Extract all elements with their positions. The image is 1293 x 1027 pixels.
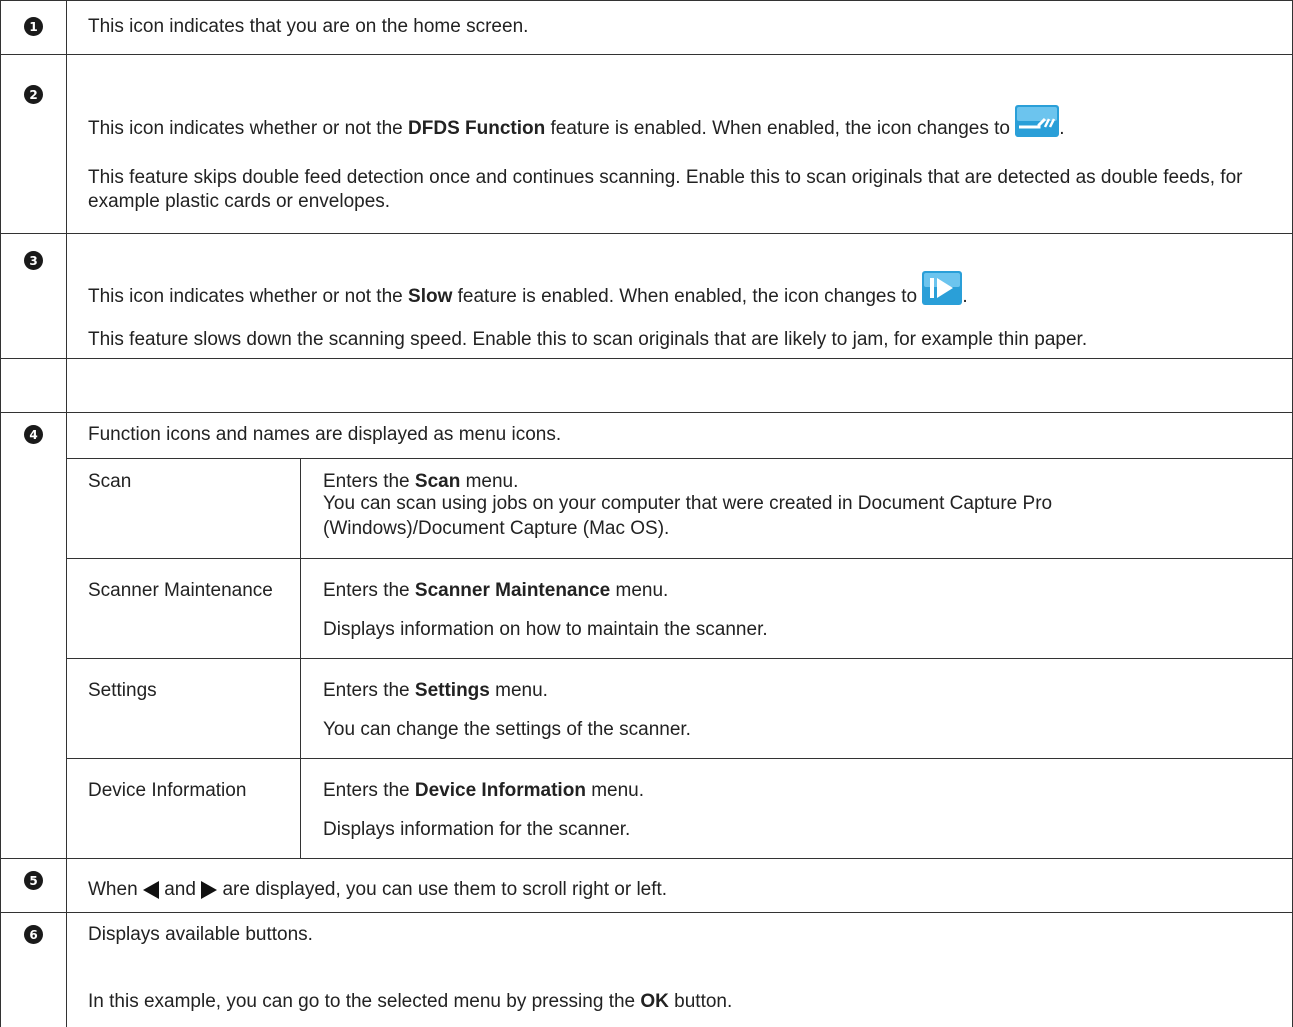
text-segment: This icon indicates whether or not the xyxy=(88,286,409,307)
menu-desc-scan: You can scan using jobs on your computer… xyxy=(323,493,1053,539)
feature-name-dfds: DFDS Function xyxy=(408,118,546,139)
text-segment: Enters the xyxy=(323,471,415,492)
row-2-line-1: This icon indicates whether or not the D… xyxy=(88,104,1065,141)
menu-bold-name: Device Information xyxy=(414,780,586,801)
row-4-description: Function icons and names are displayed a… xyxy=(88,424,562,445)
menu-enter-settings: Enters the Settings menu. xyxy=(323,679,548,703)
callout-number-2: 2 xyxy=(24,85,43,104)
text-segment: menu. xyxy=(460,471,519,492)
callout-number-3: 3 xyxy=(24,251,43,270)
callout-number-6: 6 xyxy=(24,925,43,944)
text-segment: Enters the xyxy=(323,580,415,601)
menu-enter-scanner-maintenance: Enters the Scanner Maintenance menu. xyxy=(323,579,668,603)
row-divider xyxy=(1,912,1293,913)
menu-name-device-information: Device Information xyxy=(88,780,247,801)
text-segment: button. xyxy=(668,991,733,1012)
ok-button-name: OK xyxy=(640,991,669,1012)
text-segment: feature is enabled. When enabled, the ic… xyxy=(452,286,923,307)
subtable-border-top xyxy=(66,458,1293,459)
row-1-description: This icon indicates that you are on the … xyxy=(88,16,529,37)
left-arrow-icon xyxy=(142,880,159,899)
text-segment: When xyxy=(88,879,143,900)
row-6-description: Displays available buttons. xyxy=(88,924,313,945)
row-5-description: When and are displayed, you can use them… xyxy=(88,878,667,902)
column-divider xyxy=(66,0,67,1027)
subtable-divider xyxy=(66,558,1293,559)
callout-number-4: 4 xyxy=(24,425,43,444)
row-6-line-2: In this example, you can go to the selec… xyxy=(88,990,732,1014)
row-3-line-2: This feature slows down the scanning spe… xyxy=(88,329,1088,350)
text-segment: . xyxy=(962,286,968,307)
text-segment: menu. xyxy=(585,780,645,801)
right-arrow-icon xyxy=(201,880,218,899)
text-segment: menu. xyxy=(610,580,669,601)
row-3-line-1: This icon indicates whether or not the S… xyxy=(88,270,968,309)
menu-desc-settings: You can change the settings of the scann… xyxy=(323,719,691,740)
menu-name-settings: Settings xyxy=(88,680,157,701)
row-divider xyxy=(1,858,1293,859)
text-segment: This icon indicates whether or not the xyxy=(88,118,409,139)
callout-number-5: 5 xyxy=(24,871,43,890)
menu-name-scan: Scan xyxy=(88,471,132,492)
row-divider xyxy=(1,54,1293,55)
text-segment: In this example, you can go to the selec… xyxy=(88,991,641,1012)
menu-enter-device-information: Enters the Device Information menu. xyxy=(323,779,644,803)
text-segment: menu. xyxy=(489,680,548,701)
text-segment: . xyxy=(1059,118,1065,139)
row-2-line-2: This feature skips double feed detection… xyxy=(88,167,1243,212)
text-segment: Enters the xyxy=(323,780,415,801)
text-segment: feature is enabled. When enabled, the ic… xyxy=(545,118,1016,139)
function-table: 1 This icon indicates that you are on th… xyxy=(0,0,1293,1027)
menu-bold-name: Scan xyxy=(414,471,461,492)
slow-mode-icon xyxy=(922,270,963,305)
callout-number-1: 1 xyxy=(24,17,43,36)
text-segment: and xyxy=(158,879,202,900)
subtable-column-divider xyxy=(300,458,301,858)
menu-desc-device-information: Displays information for the scanner. xyxy=(323,819,631,840)
row-divider xyxy=(1,358,1293,359)
row-divider xyxy=(1,412,1293,413)
table-border-top xyxy=(1,0,1293,1)
menu-bold-name: Scanner Maintenance xyxy=(414,580,611,601)
text-segment: are displayed, you can use them to scrol… xyxy=(217,879,668,900)
text-segment: Enters the xyxy=(323,680,415,701)
menu-desc-scanner-maintenance: Displays information on how to maintain … xyxy=(323,619,768,640)
menu-name-scanner-maintenance: Scanner Maintenance xyxy=(88,580,273,601)
dfds-function-icon xyxy=(1015,104,1060,137)
subtable-divider xyxy=(66,658,1293,659)
menu-bold-name: Settings xyxy=(414,680,490,701)
row-divider xyxy=(1,233,1293,234)
feature-name-slow: Slow xyxy=(408,286,453,307)
subtable-divider xyxy=(66,758,1293,759)
